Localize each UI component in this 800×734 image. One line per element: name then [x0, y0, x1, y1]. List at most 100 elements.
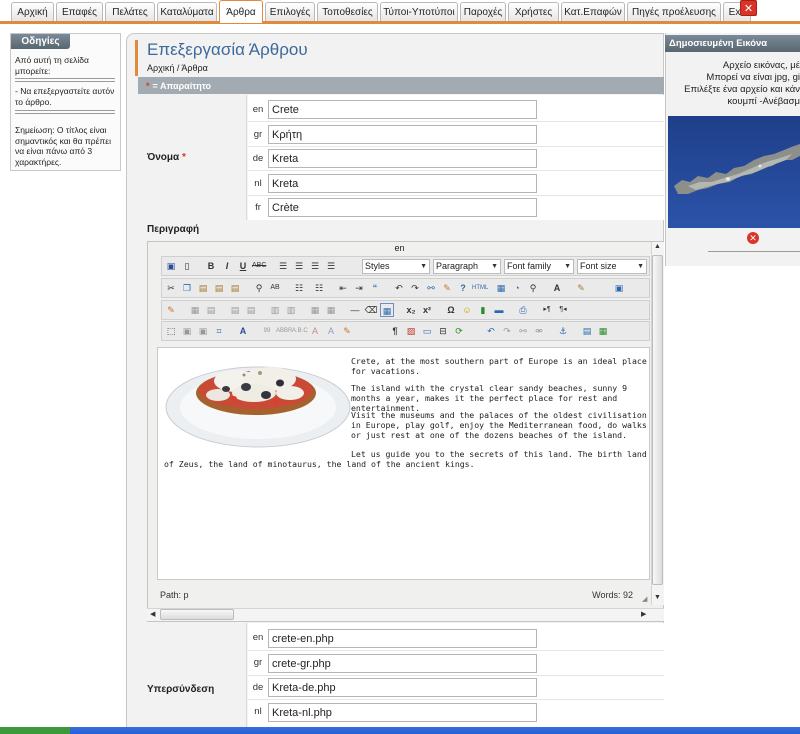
- insert-row-icon[interactable]: ▤: [228, 303, 242, 317]
- font-family-select[interactable]: Font family ▼: [504, 259, 574, 274]
- horizontal-rule-icon[interactable]: —: [348, 303, 362, 317]
- cut-icon[interactable]: ✂: [164, 281, 178, 295]
- find-icon[interactable]: ⚲: [252, 281, 266, 295]
- tab-sources[interactable]: Πηγές προέλευσης: [627, 2, 721, 22]
- insert-layer-icon[interactable]: ⬚: [164, 324, 178, 338]
- print-icon[interactable]: ⎙: [516, 303, 530, 317]
- name-input-de[interactable]: [268, 149, 537, 168]
- scroll-up-icon[interactable]: ▲: [654, 243, 661, 250]
- visual-chars-icon[interactable]: ¶: [388, 324, 402, 338]
- horizontal-scroll-thumb[interactable]: [160, 609, 234, 620]
- close-icon[interactable]: ✕: [740, 0, 757, 16]
- fullscreen-icon[interactable]: ▣: [612, 281, 626, 295]
- merge-cells-icon[interactable]: ▦: [324, 303, 338, 317]
- attribs-icon[interactable]: ✎: [340, 324, 354, 338]
- link-icon[interactable]: ⚯: [516, 324, 530, 338]
- replace-icon[interactable]: AB: [268, 281, 282, 295]
- link-input-gr[interactable]: [268, 654, 537, 673]
- paste-icon[interactable]: ▤: [196, 281, 210, 295]
- scroll-left-icon[interactable]: ◀: [150, 610, 155, 618]
- superscript-icon[interactable]: x²: [420, 303, 434, 317]
- link-input-de[interactable]: [268, 678, 537, 697]
- redo-icon[interactable]: ↷: [408, 281, 422, 295]
- name-input-nl[interactable]: [268, 174, 537, 193]
- move-forward-icon[interactable]: ▣: [180, 324, 194, 338]
- link-input-en[interactable]: [268, 629, 537, 648]
- rtl-icon[interactable]: ¶◂: [556, 303, 570, 317]
- background-color-icon[interactable]: ✎: [574, 281, 588, 295]
- anchor-icon[interactable]: ⚓: [556, 324, 570, 338]
- tab-types[interactable]: Τύποι-Υποτύποι: [380, 2, 458, 22]
- underline-icon[interactable]: U: [236, 259, 250, 273]
- vertical-scroll-thumb[interactable]: [652, 255, 663, 585]
- tab-users[interactable]: Χρήστες: [508, 2, 559, 22]
- text-color-icon[interactable]: A: [550, 281, 564, 295]
- help-icon[interactable]: ?: [456, 281, 470, 295]
- image-icon[interactable]: ▨: [404, 324, 418, 338]
- copy-icon[interactable]: ❐: [180, 281, 194, 295]
- paste-text-icon[interactable]: ▤: [212, 281, 226, 295]
- align-right-icon[interactable]: ☰: [308, 259, 322, 273]
- new-document-icon[interactable]: ▯: [180, 259, 194, 273]
- table-row-icon[interactable]: ▤: [204, 303, 218, 317]
- visual-aid-icon[interactable]: ▦: [380, 303, 394, 317]
- edit-css-icon[interactable]: ✎: [164, 303, 178, 317]
- strikethrough-icon[interactable]: ABC: [252, 259, 266, 273]
- ltr-icon[interactable]: ▸¶: [540, 303, 554, 317]
- unlink-icon[interactable]: ✎: [440, 281, 454, 295]
- special-char-icon[interactable]: Ω: [444, 303, 458, 317]
- delete-column-icon[interactable]: ▥: [284, 303, 298, 317]
- undo-icon[interactable]: ↶: [484, 324, 498, 338]
- undo-icon[interactable]: ↶: [392, 281, 406, 295]
- tab-articles[interactable]: Άρθρα: [219, 0, 263, 23]
- cite-icon[interactable]: 99: [260, 324, 274, 338]
- styles-select[interactable]: Styles ▼: [362, 259, 430, 274]
- save-icon[interactable]: ▣: [164, 259, 178, 273]
- emoticons-icon[interactable]: ☺: [460, 303, 474, 317]
- remove-format-icon[interactable]: ⌫: [364, 303, 378, 317]
- blockquote-icon[interactable]: “: [368, 281, 382, 295]
- bold-icon[interactable]: B: [204, 259, 218, 273]
- link-icon[interactable]: ⚯: [424, 281, 438, 295]
- abbr-icon[interactable]: ABBR: [276, 324, 292, 338]
- paragraph-select[interactable]: Paragraph ▼: [433, 259, 501, 274]
- tab-contacts[interactable]: Επαφές: [56, 2, 103, 22]
- unlink-icon[interactable]: ⚮: [532, 324, 546, 338]
- table-icon[interactable]: ▦: [188, 303, 202, 317]
- scroll-right-icon[interactable]: ▶: [641, 610, 646, 618]
- name-input-fr[interactable]: [268, 198, 537, 217]
- html-icon[interactable]: HTML: [472, 281, 488, 295]
- split-cells-icon[interactable]: ▦: [308, 303, 322, 317]
- scroll-down-icon[interactable]: ▼: [654, 594, 661, 601]
- bullet-list-icon[interactable]: ☷: [292, 281, 306, 295]
- preview-icon[interactable]: ⚲: [526, 281, 540, 295]
- delete-image-icon[interactable]: ✕: [747, 232, 759, 244]
- insert-date-icon[interactable]: ▦: [494, 281, 508, 295]
- italic-icon[interactable]: I: [220, 259, 234, 273]
- tab-options[interactable]: Επιλογές: [265, 2, 315, 22]
- insert-column-icon[interactable]: ▥: [268, 303, 282, 317]
- subscript-icon[interactable]: x₂: [404, 303, 418, 317]
- link-input-nl[interactable]: [268, 703, 537, 722]
- indent-icon[interactable]: ⇥: [352, 281, 366, 295]
- tab-customers[interactable]: Πελάτες: [105, 2, 155, 22]
- nonbreaking-icon[interactable]: ▬: [492, 303, 506, 317]
- paste-word-icon[interactable]: ▤: [228, 281, 242, 295]
- start-button[interactable]: [0, 727, 70, 734]
- align-justify-icon[interactable]: ☰: [324, 259, 338, 273]
- tab-home[interactable]: Αρχική: [11, 2, 54, 22]
- delete-row-icon[interactable]: ▤: [244, 303, 258, 317]
- tab-contact-categories[interactable]: Κατ.Επαφών: [561, 2, 625, 22]
- align-left-icon[interactable]: ☰: [276, 259, 290, 273]
- resize-handle-icon[interactable]: ◢: [642, 595, 647, 603]
- spellcheck-icon[interactable]: ▦: [596, 324, 610, 338]
- redo-icon[interactable]: ↷: [500, 324, 514, 338]
- name-input-gr[interactable]: [268, 125, 537, 144]
- move-backward-icon[interactable]: ▣: [196, 324, 210, 338]
- numbered-list-icon[interactable]: ☷: [312, 281, 326, 295]
- tab-facilities[interactable]: Παροχές: [460, 2, 506, 22]
- tab-locations[interactable]: Τοποθεσίες: [317, 2, 378, 22]
- restore-draft-icon[interactable]: ⟳: [452, 324, 466, 338]
- acronym-icon[interactable]: A.B.C: [292, 324, 308, 338]
- font-size-select[interactable]: Font size ▼: [577, 259, 647, 274]
